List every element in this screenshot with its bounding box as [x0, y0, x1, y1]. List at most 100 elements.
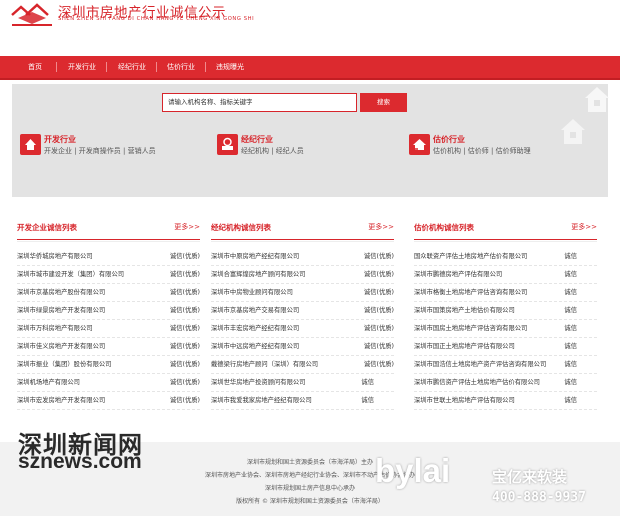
company-name[interactable]: 深圳机场地产有限公司 [17, 377, 80, 386]
list-item[interactable]: 深圳市国房土地房地产评估咨询有限公司 诚信 [414, 320, 597, 338]
list-rows: 深圳华侨城房地产有限公司 诚信(优质) 深圳市城市建设开发（集团）有限公司 诚信(优质… [17, 248, 200, 410]
list-item[interactable]: 深圳市国正土地房地产评估有限公司 诚信 [414, 338, 597, 356]
company-name[interactable]: 深圳市国正土地房地产评估有限公司 [414, 341, 515, 350]
credit-badge: 诚信(优质) [169, 343, 200, 350]
company-name[interactable]: 深圳市国房土地房地产评估咨询有限公司 [414, 323, 527, 332]
nav-item-home[interactable]: 首页 [28, 56, 42, 78]
credit-badge: 诚信 [361, 379, 374, 386]
logo-houses-icon[interactable] [10, 2, 54, 28]
company-name[interactable]: 深圳合富辉煌房地产顾问有限公司 [211, 269, 305, 278]
list-rows: 国众联资产评估土地房地产估价有限公司 诚信 深圳市鹏德房地产评估有限公司 诚信 深圳市格… [414, 248, 597, 410]
nav-divider [56, 62, 57, 72]
nav-item-development[interactable]: 开发行业 [68, 56, 96, 78]
list-item[interactable]: 深圳合富辉煌房地产顾问有限公司 诚信(优质) [211, 266, 394, 284]
list-item[interactable]: 深圳市格衡土地房地产评估咨询有限公司 诚信 [414, 284, 597, 302]
decorative-house-icon [585, 87, 609, 112]
list-item[interactable]: 深圳市城市建设开发（集团）有限公司 诚信(优质) [17, 266, 200, 284]
credit-badge: 诚信 [564, 289, 577, 296]
company-name[interactable]: 深圳市中原房地产经纪有限公司 [211, 251, 299, 260]
list-item[interactable]: 深圳机场地产有限公司 诚信(优质) [17, 374, 200, 392]
company-name[interactable]: 深圳市世联土地房地产评估有限公司 [414, 395, 515, 404]
list-item[interactable]: 深圳市佳义房地产开发有限公司 诚信(优质) [17, 338, 200, 356]
list-item[interactable]: 深圳市国浩信土地房地产资产评估咨询有限公司 诚信 [414, 356, 597, 374]
list-item[interactable]: 深圳市京基房地产交易有限公司 诚信(优质) [211, 302, 394, 320]
list-item[interactable]: 国众联资产评估土地房地产估价有限公司 诚信 [414, 248, 597, 266]
credit-badge: 诚信(优质) [363, 271, 394, 278]
main-nav: 首页 开发行业 经纪行业 估价行业 违规曝光 [0, 56, 620, 80]
site-pinyin: SHEN ZHEN SHI FANG DI CHAN HANG YE CHENG… [58, 16, 255, 22]
company-name[interactable]: 深圳市佳义房地产开发有限公司 [17, 341, 105, 350]
list-item[interactable]: 深圳市世联土地房地产评估有限公司 诚信 [414, 392, 597, 410]
credit-badge: 诚信 [361, 397, 374, 404]
list-item[interactable]: 深圳市鹏德房地产评估有限公司 诚信 [414, 266, 597, 284]
list-item[interactable]: 深圳市丰宏房地产经纪有限公司 诚信(优质) [211, 320, 394, 338]
company-name[interactable]: 深圳市丰宏房地产经纪有限公司 [211, 323, 299, 332]
credit-badge: 诚信 [564, 325, 577, 332]
credit-badge: 诚信(优质) [169, 253, 200, 260]
credit-badge: 诚信 [564, 271, 577, 278]
company-name[interactable]: 深圳市国策房地产土地估价有限公司 [414, 305, 515, 314]
divider [211, 241, 394, 242]
more-link[interactable]: 更多>> [571, 222, 597, 232]
company-name[interactable]: 深圳市国浩信土地房地产资产评估咨询有限公司 [414, 359, 546, 368]
company-name[interactable]: 深圳市我爱我家房地产经纪有限公司 [211, 395, 312, 404]
list-item[interactable]: 深圳市我爱我家房地产经纪有限公司 诚信 [211, 392, 394, 410]
list-item[interactable]: 深圳市鹏信资产评估土地房地产估价有限公司 诚信 [414, 374, 597, 392]
company-name[interactable]: 深圳市中房物业顾问有限公司 [211, 287, 293, 296]
list-item[interactable]: 深圳市绿景房地产开发有限公司 诚信(优质) [17, 302, 200, 320]
list-item[interactable]: 深圳市中远房地产经纪有限公司 诚信(优质) [211, 338, 394, 356]
company-name[interactable]: 深圳市宏发房地产开发有限公司 [17, 395, 105, 404]
company-name[interactable]: 深圳市鹏德房地产评估有限公司 [414, 269, 502, 278]
list-item[interactable]: 深圳世华房地产投资顾问有限公司 诚信 [211, 374, 394, 392]
company-name[interactable]: 深圳市振业（集团）股份有限公司 [17, 359, 111, 368]
nav-item-violations[interactable]: 违规曝光 [216, 56, 244, 78]
company-name[interactable]: 深圳市绿景房地产开发有限公司 [17, 305, 105, 314]
house-icon [20, 134, 41, 155]
company-name[interactable]: 深圳市中远房地产经纪有限公司 [211, 341, 299, 350]
list-item[interactable]: 深圳华侨城房地产有限公司 诚信(优质) [17, 248, 200, 266]
bylai-watermark-cn: 宝亿来软装 [492, 468, 568, 486]
credit-badge: 诚信(优质) [169, 397, 200, 404]
credit-badge: 诚信 [564, 397, 577, 404]
list-item[interactable]: 戴德梁行房地产顾问（深圳）有限公司 诚信(优质) [211, 356, 394, 374]
company-name[interactable]: 深圳世华房地产投资顾问有限公司 [211, 377, 305, 386]
company-name[interactable]: 深圳市京基房地产股份有限公司 [17, 287, 105, 296]
category-title: 经纪行业 [241, 135, 273, 144]
company-name[interactable]: 深圳市鹏信资产评估土地房地产估价有限公司 [414, 377, 540, 386]
company-name[interactable]: 戴德梁行房地产顾问（深圳）有限公司 [211, 359, 318, 368]
search-button[interactable]: 搜索 [360, 93, 407, 112]
credit-badge: 诚信(优质) [363, 307, 394, 314]
credit-badge: 诚信(优质) [169, 307, 200, 314]
company-name[interactable]: 深圳华侨城房地产有限公司 [17, 251, 93, 260]
credit-badge: 诚信(优质) [363, 325, 394, 332]
list-item[interactable]: 深圳市京基房地产股份有限公司 诚信(优质) [17, 284, 200, 302]
company-name[interactable]: 深圳市万科房地产有限公司 [17, 323, 93, 332]
search-input[interactable]: 请输入机构名称、指标关键字 [162, 93, 357, 112]
category-development[interactable]: 开发行业 开发企业 | 开发商操作员 | 营销人员 [20, 132, 200, 162]
nav-item-brokerage[interactable]: 经纪行业 [118, 56, 146, 78]
company-name[interactable]: 深圳市格衡土地房地产评估咨询有限公司 [414, 287, 527, 296]
divider [211, 239, 394, 240]
category-links[interactable]: 经纪机构 | 经纪人员 [241, 146, 304, 156]
list-item[interactable]: 深圳市国策房地产土地估价有限公司 诚信 [414, 302, 597, 320]
category-links[interactable]: 估价机构 | 估价师 | 估价师助理 [433, 146, 531, 156]
category-appraisal[interactable]: 估价行业 估价机构 | 估价师 | 估价师助理 [409, 132, 589, 162]
list-item[interactable]: 深圳市中原房地产经纪有限公司 诚信(优质) [211, 248, 394, 266]
category-brokerage[interactable]: 经纪行业 经纪机构 | 经纪人员 [217, 132, 377, 162]
nav-item-appraisal[interactable]: 估价行业 [167, 56, 195, 78]
stamp-icon [217, 134, 238, 155]
list-item[interactable]: 深圳市振业（集团）股份有限公司 诚信(优质) [17, 356, 200, 374]
company-name[interactable]: 国众联资产评估土地房地产估价有限公司 [414, 251, 527, 260]
nav-divider [106, 62, 107, 72]
divider [17, 239, 200, 240]
category-title: 开发行业 [44, 135, 76, 144]
list-item[interactable]: 深圳市中房物业顾问有限公司 诚信(优质) [211, 284, 394, 302]
list-item[interactable]: 深圳市万科房地产有限公司 诚信(优质) [17, 320, 200, 338]
company-name[interactable]: 深圳市京基房地产交易有限公司 [211, 305, 299, 314]
category-links[interactable]: 开发企业 | 开发商操作员 | 营销人员 [44, 146, 156, 156]
company-name[interactable]: 深圳市城市建设开发（集团）有限公司 [17, 269, 124, 278]
credit-badge: 诚信(优质) [169, 271, 200, 278]
more-link[interactable]: 更多>> [368, 222, 394, 232]
more-link[interactable]: 更多>> [174, 222, 200, 232]
list-item[interactable]: 深圳市宏发房地产开发有限公司 诚信(优质) [17, 392, 200, 410]
